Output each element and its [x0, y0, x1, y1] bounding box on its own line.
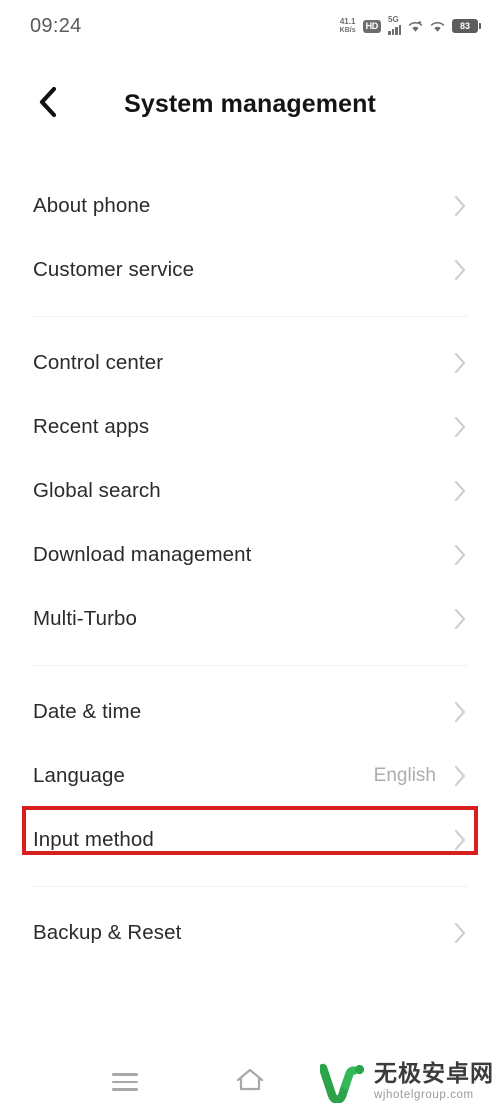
- chevron-right-icon: [450, 416, 470, 438]
- navigation-bar: 无极安卓网 wjhotelgroup.com: [0, 1053, 500, 1111]
- chevron-right-icon: [450, 195, 470, 217]
- settings-list: About phone Customer service Control cen…: [0, 157, 500, 965]
- battery-icon: 83: [452, 19, 481, 33]
- list-item-label: Backup & Reset: [33, 921, 182, 944]
- signal-bar: [388, 31, 391, 35]
- list-item-label: Recent apps: [33, 415, 150, 438]
- chevron-right-icon: [450, 829, 470, 851]
- page-title: System management: [124, 90, 376, 118]
- list-item-label: Download management: [33, 543, 252, 566]
- hamburger-line: [112, 1088, 138, 1091]
- cellular-signal-icon: 5G: [388, 15, 401, 35]
- recents-button[interactable]: [101, 1060, 149, 1104]
- hamburger-line: [112, 1080, 138, 1084]
- site-watermark: 无极安卓网 wjhotelgroup.com: [318, 1060, 494, 1104]
- list-item-download-management[interactable]: Download management: [0, 523, 500, 587]
- settings-group-locale: Date & time Language English Input metho…: [0, 680, 500, 872]
- chevron-right-icon: [450, 701, 470, 723]
- list-item-control-center[interactable]: Control center: [0, 331, 500, 395]
- network-type-label: 5G: [388, 15, 399, 24]
- hamburger-menu-icon: [112, 1073, 138, 1091]
- list-item-label: Customer service: [33, 258, 195, 281]
- list-item-language[interactable]: Language English: [0, 744, 500, 808]
- status-bar-clock: 09:24: [30, 14, 82, 37]
- group-divider: [32, 316, 468, 317]
- chevron-right-icon: [450, 608, 470, 630]
- settings-group-device: About phone Customer service: [0, 174, 500, 302]
- phone-screen: 09:24 41.1 KB/s HD 5G 83 System manageme…: [0, 0, 500, 1111]
- signal-bar: [391, 29, 394, 35]
- chevron-right-icon: [450, 259, 470, 281]
- chevron-right-icon: [450, 922, 470, 944]
- watermark-text: 无极安卓网 wjhotelgroup.com: [374, 1060, 494, 1102]
- group-divider: [32, 886, 468, 887]
- list-top-spacer: [0, 157, 500, 174]
- list-item-label: Multi-Turbo: [33, 607, 138, 630]
- home-icon: [234, 1066, 266, 1099]
- list-item-multi-turbo[interactable]: Multi-Turbo: [0, 587, 500, 651]
- home-button[interactable]: [226, 1060, 274, 1104]
- brand-logo-icon: [318, 1061, 367, 1104]
- list-item-label: Input method: [33, 828, 154, 851]
- list-item-date-and-time[interactable]: Date & time: [0, 680, 500, 744]
- network-speed-unit: KB/s: [339, 27, 356, 34]
- list-item-label: Language: [33, 764, 126, 787]
- list-item-label: Date & time: [33, 700, 142, 723]
- signal-bar: [395, 27, 398, 35]
- status-bar: 09:24 41.1 KB/s HD 5G 83: [0, 0, 500, 52]
- chevron-right-icon: [450, 765, 470, 787]
- chevron-right-icon: [450, 480, 470, 502]
- list-item-label: Control center: [33, 351, 164, 374]
- list-item-backup-and-reset[interactable]: Backup & Reset: [0, 901, 500, 965]
- status-bar-icons: 41.1 KB/s HD 5G 83: [339, 15, 481, 35]
- network-speed-indicator: 41.1 KB/s: [339, 17, 356, 35]
- back-button[interactable]: [26, 83, 70, 127]
- watermark-brand-name: 无极安卓网: [374, 1060, 494, 1087]
- page-header: System management: [0, 52, 500, 157]
- battery-level-label: 83: [459, 20, 470, 31]
- list-item-value: English: [373, 765, 436, 786]
- chevron-left-icon: [37, 86, 59, 123]
- hamburger-line: [112, 1073, 138, 1076]
- list-item-global-search[interactable]: Global search: [0, 459, 500, 523]
- chevron-right-icon: [450, 544, 470, 566]
- settings-group-backup: Backup & Reset: [0, 901, 500, 965]
- watermark-url: wjhotelgroup.com: [374, 1088, 474, 1101]
- list-item-customer-service[interactable]: Customer service: [0, 238, 500, 302]
- chevron-right-icon: [450, 352, 470, 374]
- group-divider: [32, 665, 468, 666]
- list-item-about-phone[interactable]: About phone: [0, 174, 500, 238]
- list-item-recent-apps[interactable]: Recent apps: [0, 395, 500, 459]
- hd-voice-icon: HD: [362, 19, 381, 33]
- list-item-label: About phone: [33, 194, 151, 217]
- settings-group-system-ui: Control center Recent apps Global search…: [0, 331, 500, 651]
- list-item-input-method[interactable]: Input method: [0, 808, 500, 872]
- network-speed-value: 41.1: [339, 17, 356, 26]
- wifi-icon-primary: [408, 20, 423, 33]
- list-item-label: Global search: [33, 479, 161, 502]
- wifi-icon-secondary: [430, 20, 445, 33]
- signal-bar: [398, 25, 401, 35]
